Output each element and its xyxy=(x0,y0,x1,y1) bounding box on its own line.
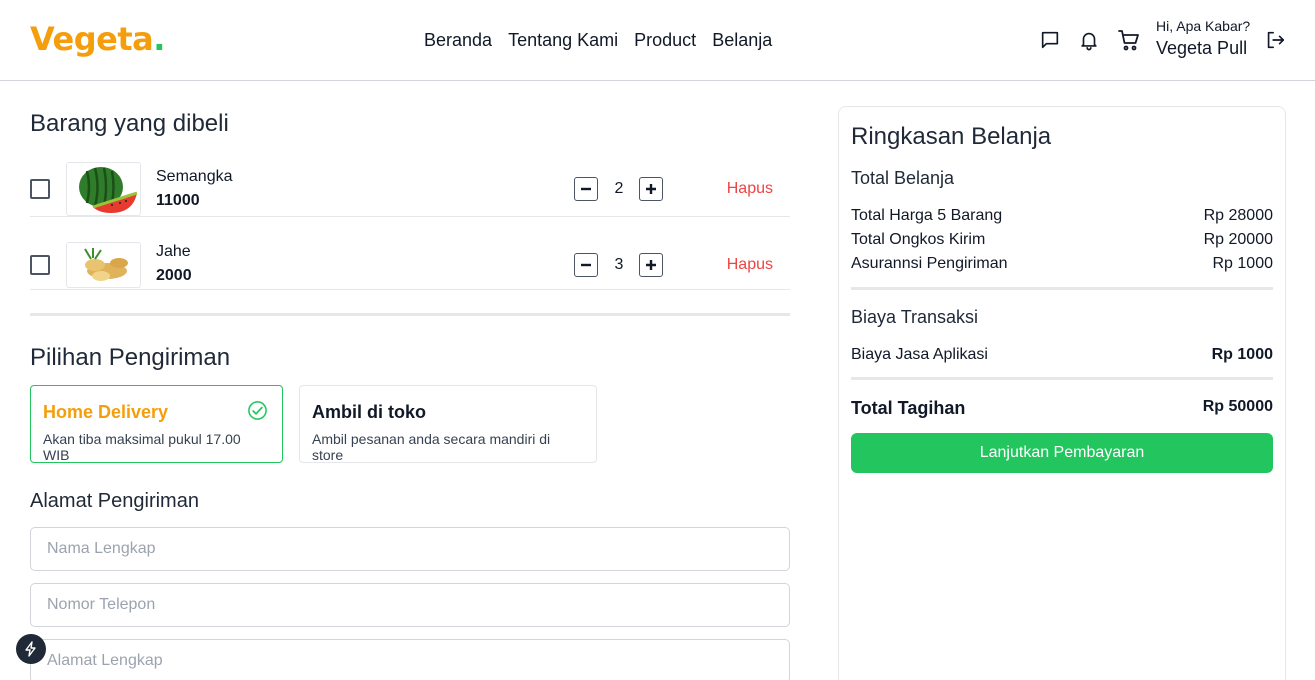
nav-tentang-kami[interactable]: Tentang Kami xyxy=(508,30,618,51)
summary-divider xyxy=(851,377,1273,380)
nav-beranda[interactable]: Beranda xyxy=(424,30,492,51)
total-bill-label: Total Tagihan xyxy=(851,398,966,418)
app-fee-value: Rp 1000 xyxy=(1211,346,1273,363)
cart-item: Jahe 2000 3 Hapus xyxy=(30,235,790,290)
total-bill-value: Rp 50000 xyxy=(1202,398,1273,415)
quantity-value: 3 xyxy=(614,256,624,273)
decrease-qty-button[interactable] xyxy=(574,177,598,201)
summary-row-value: Rp 20000 xyxy=(1203,231,1273,248)
address-title: Alamat Pengiriman xyxy=(30,490,199,512)
shipping-option-title: Home Delivery xyxy=(43,402,169,422)
total-belanja-label: Total Belanja xyxy=(851,168,955,188)
cart-title: Barang yang dibeli xyxy=(30,110,229,137)
username: Vegeta Pull xyxy=(1156,38,1248,58)
greeting-text: Hi, Apa Kabar? xyxy=(1156,18,1251,34)
cart-item: Semangka 11000 2 Hapus xyxy=(30,162,790,217)
nav-belanja[interactable]: Belanja xyxy=(712,30,772,51)
remove-item-button[interactable]: Hapus xyxy=(727,180,773,198)
summary-row-value: Rp 1000 xyxy=(1212,255,1274,272)
vegeta-logo[interactable]: Vegeta. xyxy=(30,20,165,58)
shipping-option-desc: Ambil pesanan anda secara mandiri di sto… xyxy=(312,431,551,463)
cart-icon[interactable] xyxy=(1117,28,1141,52)
summary-title: Ringkasan Belanja xyxy=(851,123,1052,150)
quantity-value: 2 xyxy=(614,180,624,197)
phone-input[interactable] xyxy=(30,583,790,627)
continue-payment-button[interactable]: Lanjutkan Pembayaran xyxy=(851,433,1273,473)
summary-row-label: Total Harga 5 Barang xyxy=(851,207,1003,224)
remove-item-button[interactable]: Hapus xyxy=(727,256,773,274)
item-checkbox[interactable] xyxy=(30,179,50,199)
nav-product[interactable]: Product xyxy=(634,30,696,51)
transaction-label: Biaya Transaksi xyxy=(851,307,979,327)
product-image-ginger xyxy=(66,242,141,288)
summary-row-value: Rp 28000 xyxy=(1203,207,1273,224)
app-fee-row: Biaya Jasa Aplikasi Rp 1000 xyxy=(851,346,1273,364)
summary-divider xyxy=(851,287,1273,290)
shipping-option-title: Ambil di toko xyxy=(312,402,426,422)
summary-row: Total Ongkos Kirim Rp 20000 xyxy=(851,231,1273,249)
total-bill-row: Total Tagihan Rp 50000 xyxy=(851,398,1273,419)
address-input[interactable] xyxy=(30,639,790,680)
product-price: 11000 xyxy=(156,192,200,209)
app-fee-label: Biaya Jasa Aplikasi xyxy=(851,346,988,363)
increase-qty-button[interactable] xyxy=(639,253,663,277)
order-summary-panel: Ringkasan Belanja Total Belanja Total Ha… xyxy=(838,106,1286,680)
product-price: 2000 xyxy=(156,267,192,284)
summary-row-label: Asurannsi Pengiriman xyxy=(851,255,1008,272)
section-divider xyxy=(30,313,790,316)
check-circle-icon xyxy=(248,401,267,420)
increase-qty-button[interactable] xyxy=(639,177,663,201)
bolt-icon[interactable] xyxy=(16,634,46,664)
shipping-title: Pilihan Pengiriman xyxy=(30,344,231,371)
summary-row: Total Harga 5 Barang Rp 28000 xyxy=(851,207,1273,225)
main-nav: Beranda Tentang Kami Product Belanja xyxy=(424,30,772,51)
shipping-option-pickup[interactable]: Ambil di toko Ambil pesanan anda secara … xyxy=(299,385,597,463)
top-header: Vegeta. Beranda Tentang Kami Product Bel… xyxy=(0,0,1315,81)
user-greeting[interactable]: Hi, Apa Kabar? Vegeta Pull xyxy=(1156,18,1250,59)
shipping-option-desc: Akan tiba maksimal pukul 17.00 WIB xyxy=(43,431,241,463)
logout-icon[interactable] xyxy=(1264,29,1288,53)
bell-icon[interactable] xyxy=(1078,29,1102,53)
summary-row-label: Total Ongkos Kirim xyxy=(851,231,986,248)
decrease-qty-button[interactable] xyxy=(574,253,598,277)
full-name-input[interactable] xyxy=(30,527,790,571)
product-name: Semangka xyxy=(156,168,233,185)
chat-icon[interactable] xyxy=(1039,29,1063,53)
item-checkbox[interactable] xyxy=(30,255,50,275)
summary-row: Asurannsi Pengiriman Rp 1000 xyxy=(851,255,1273,273)
product-image-watermelon xyxy=(66,162,141,216)
shipping-option-home-delivery[interactable]: Home Delivery Akan tiba maksimal pukul 1… xyxy=(30,385,283,463)
product-name: Jahe xyxy=(156,243,191,260)
